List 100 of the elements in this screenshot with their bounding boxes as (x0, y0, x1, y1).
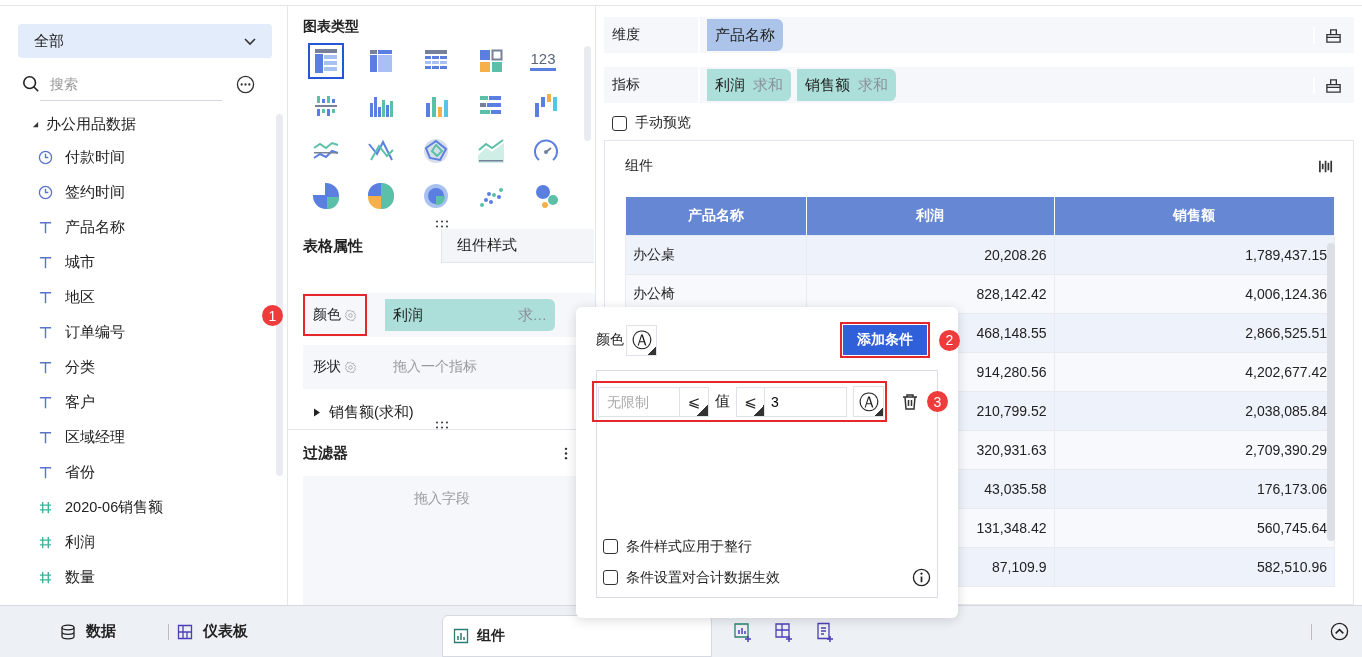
value-field[interactable]: 3 (765, 386, 847, 417)
table-cell: 4,006,124.36 (1245, 286, 1327, 302)
table-cell: 210,799.52 (976, 403, 1047, 419)
field-item[interactable]: 分类 (65, 358, 95, 377)
table-cell: 176,173.06 (1256, 481, 1327, 497)
drag-handle-icon[interactable] (434, 421, 449, 429)
field-item[interactable]: 客户 (65, 393, 95, 412)
table-cell: 2,709,390.29 (1245, 442, 1327, 458)
operator-select[interactable]: ⩽ (736, 386, 765, 417)
table-cell: 828,142.42 (976, 286, 1047, 302)
field-pill[interactable]: 产品名称 (707, 19, 783, 51)
table-cell: 582,510.96 (1256, 559, 1327, 575)
column-header[interactable]: 利润 (806, 197, 1054, 236)
field-item[interactable]: 省份 (65, 463, 95, 482)
checkbox[interactable] (603, 570, 618, 585)
table-cell: 43,035.58 (984, 481, 1047, 497)
checkbox-label: 条件设置对合计数据生效 (626, 568, 780, 587)
slot-label: 维度 (604, 17, 700, 53)
add-condition-button[interactable]: 添加条件 (843, 325, 927, 355)
dashboard-icon (177, 623, 193, 640)
hash-icon (38, 570, 53, 585)
popup-label: 颜色 (596, 331, 624, 349)
bottom-tab[interactable]: 仪表板 (177, 622, 248, 641)
bar-chart-icon (453, 628, 469, 644)
scrollbar[interactable] (1327, 243, 1335, 541)
step-badge: 2 (939, 329, 960, 351)
table-cell: 560,745.64 (1256, 520, 1327, 536)
text-type-icon (38, 220, 53, 235)
column-header[interactable]: 产品名称 (625, 197, 806, 236)
text-type-icon (38, 290, 53, 305)
min-value-field[interactable]: 无限制 (598, 386, 680, 417)
step-badge: 3 (927, 391, 948, 412)
hash-icon (38, 535, 53, 550)
field-item[interactable]: 数量 (65, 568, 95, 587)
field-item[interactable]: 订单编号 (65, 323, 125, 342)
table-cell: 办公椅 (633, 285, 675, 301)
scrollbar[interactable] (276, 114, 283, 476)
collapse-icon[interactable] (1330, 622, 1349, 641)
tab[interactable]: 组件样式 (441, 229, 594, 263)
table-cell: 1,789,437.15 (1245, 247, 1327, 263)
table-cell: 办公桌 (633, 246, 675, 262)
text-type-icon (38, 325, 53, 340)
table-cell: 87,109.9 (992, 559, 1047, 575)
column-header[interactable]: 销售额 (1054, 197, 1335, 236)
field-pill[interactable]: 利润 求和 (707, 69, 791, 101)
table-cell: 4,202,677.42 (1245, 364, 1327, 380)
property-label: 颜色 (313, 306, 341, 324)
info-icon[interactable] (912, 568, 931, 587)
field-item[interactable]: 地区 (65, 288, 95, 307)
table-cell: 320,931.63 (976, 442, 1047, 458)
field-item[interactable]: 区域经理 (65, 428, 125, 447)
value-label: 值 (715, 392, 730, 411)
property-label: 形状 (313, 358, 341, 376)
expand-triangle-icon[interactable] (32, 120, 39, 128)
bottom-tab[interactable]: 组件 (442, 615, 712, 657)
bottom-tab[interactable]: 数据 (60, 622, 116, 641)
text-type-icon (38, 430, 53, 445)
table-cell: 468,148.55 (976, 325, 1047, 341)
folder-label[interactable]: 办公用品数据 (46, 114, 136, 134)
field-item[interactable]: 城市 (65, 253, 95, 272)
field-pill[interactable]: 销售额 求和 (797, 69, 896, 101)
slot-label: 指标 (604, 67, 700, 103)
more-icon[interactable] (236, 74, 255, 94)
color-picker[interactable]: Ⓐ (853, 386, 884, 417)
trash-icon[interactable] (901, 392, 919, 411)
add-text-icon[interactable] (815, 621, 835, 642)
add-chart-icon[interactable] (733, 621, 753, 642)
section-title: 图表类型 (302, 17, 360, 36)
add-table-icon[interactable] (774, 621, 794, 642)
clock-icon (38, 150, 53, 165)
field-item[interactable]: 2020-06销售额 (65, 498, 164, 517)
table-cell: 2,866,525.51 (1245, 325, 1327, 341)
expand-triangle-icon[interactable] (313, 407, 321, 417)
text-type-icon (38, 465, 53, 480)
table-icon[interactable] (308, 42, 344, 79)
field-pill[interactable]: 利润 求… (385, 299, 555, 331)
table-cell: 131,348.42 (976, 520, 1047, 536)
search-icon (22, 75, 40, 93)
table-cell: 2,038,085.84 (1245, 403, 1327, 419)
color-picker[interactable]: Ⓐ (626, 324, 657, 356)
table-cell: 914,280.56 (976, 364, 1047, 380)
checkbox-label: 条件样式应用于整行 (626, 537, 752, 556)
checkbox[interactable] (603, 539, 618, 554)
field-item[interactable]: 利润 (65, 533, 95, 552)
search-field[interactable]: 搜索 (40, 67, 222, 101)
checkbox[interactable] (612, 115, 627, 131)
more-icon[interactable] (564, 446, 568, 460)
scope-dropdown[interactable]: 全部 (18, 24, 272, 58)
text-type-icon (38, 360, 53, 375)
section-title: 过滤器 (303, 443, 348, 463)
drag-handle-icon[interactable] (434, 220, 449, 228)
field-item[interactable]: 签约时间 (65, 183, 125, 202)
field-item[interactable]: 付款时间 (65, 148, 125, 167)
table-cell: 20,208.26 (984, 247, 1047, 263)
field-item[interactable]: 产品名称 (65, 218, 125, 237)
series-label[interactable]: 销售额(求和) (329, 402, 414, 422)
checkbox-label: 手动预览 (635, 114, 691, 132)
drop-hint: 拖入一个指标 (392, 358, 477, 376)
clock-icon (38, 185, 53, 200)
operator-select[interactable]: ⩽ (680, 386, 709, 417)
